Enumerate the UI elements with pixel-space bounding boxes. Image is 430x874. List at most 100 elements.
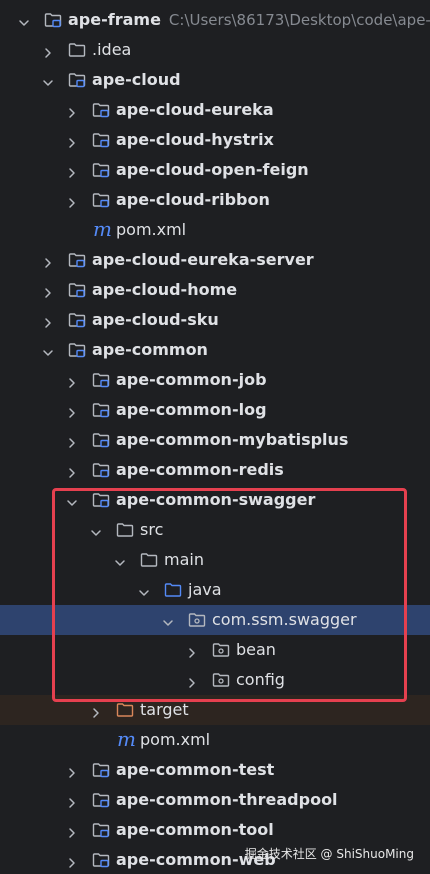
tree-row-ape-common-tool[interactable]: ape-common-tool: [0, 815, 430, 845]
tree-row-ape-cloud-hystrix[interactable]: ape-cloud-hystrix: [0, 125, 430, 155]
folder-icon: [140, 552, 158, 568]
tree-row-label: ape-common-redis: [116, 460, 284, 479]
tree-row-label: target: [140, 700, 189, 719]
tree-row-label: ape-frame C:\Users\86173\Desktop\code\ape…: [68, 9, 430, 31]
chevron-right-icon[interactable]: [90, 704, 102, 718]
module-folder-icon: [68, 252, 86, 268]
tree-row-ape-common-job[interactable]: ape-common-job: [0, 365, 430, 395]
tree-row-pom-xml[interactable]: m pom.xml: [0, 215, 430, 245]
tree-row-label: ape-common-tool: [116, 820, 274, 839]
chevron-right-icon[interactable]: [66, 194, 78, 208]
module-folder-icon: [92, 462, 110, 478]
chevron-right-icon[interactable]: [66, 374, 78, 388]
tree-row-ape-cloud-eureka-server[interactable]: ape-cloud-eureka-server: [0, 245, 430, 275]
chevron-down-icon[interactable]: [114, 554, 126, 566]
watermark-text: 掘金技术社区 @ ShiShuoMing: [244, 847, 414, 861]
tree-row-java[interactable]: java: [0, 575, 430, 605]
tree-row-label: ape-common-job: [116, 370, 267, 389]
tree-row-label: .idea: [92, 40, 132, 59]
chevron-right-icon[interactable]: [66, 764, 78, 778]
folder-icon: [68, 42, 86, 58]
tree-row-label: ape-cloud-eureka-server: [92, 250, 314, 269]
chevron-right-icon[interactable]: [66, 854, 78, 868]
chevron-right-icon[interactable]: [66, 464, 78, 478]
source-root-icon: [164, 582, 182, 598]
tree-row-label: bean: [236, 640, 276, 659]
chevron-right-icon[interactable]: [42, 284, 54, 298]
tree-row-main[interactable]: main: [0, 545, 430, 575]
chevron-right-icon[interactable]: [186, 674, 198, 688]
tree-row-ape-cloud-eureka[interactable]: ape-cloud-eureka: [0, 95, 430, 125]
tree-row-com-ssm-swagger[interactable]: com.ssm.swagger: [0, 605, 430, 635]
chevron-right-icon[interactable]: [66, 134, 78, 148]
tree-row-ape-common-swagger[interactable]: ape-common-swagger: [0, 485, 430, 515]
maven-pom-icon: m: [93, 217, 112, 241]
chevron-right-icon[interactable]: [66, 164, 78, 178]
chevron-right-icon[interactable]: [66, 824, 78, 838]
tree-row-ape-cloud-home[interactable]: ape-cloud-home: [0, 275, 430, 305]
module-folder-icon: [92, 192, 110, 208]
chevron-down-icon[interactable]: [42, 74, 54, 86]
chevron-down-icon[interactable]: [162, 614, 174, 626]
module-folder-icon: [92, 162, 110, 178]
tree-row-label: ape-common: [92, 340, 208, 359]
chevron-down-icon[interactable]: [18, 14, 30, 26]
chevron-right-icon[interactable]: [66, 404, 78, 418]
module-folder-icon: [92, 822, 110, 838]
project-path: C:\Users\86173\Desktop\code\ape-f: [168, 11, 430, 29]
chevron-right-icon[interactable]: [66, 434, 78, 448]
module-folder-icon: [92, 372, 110, 388]
chevron-right-icon[interactable]: [42, 254, 54, 268]
tree-row-ape-common-threadpool[interactable]: ape-common-threadpool: [0, 785, 430, 815]
module-folder-icon: [92, 852, 110, 868]
module-folder-icon: [92, 762, 110, 778]
tree-row-ape-frame[interactable]: ape-frame C:\Users\86173\Desktop\code\ape…: [0, 5, 430, 35]
tree-row-ape-common-redis[interactable]: ape-common-redis: [0, 455, 430, 485]
tree-row-label: config: [236, 670, 285, 689]
chevron-down-icon[interactable]: [90, 524, 102, 536]
tree-row-label: ape-cloud: [92, 70, 181, 89]
project-tree: ape-frame C:\Users\86173\Desktop\code\ape…: [0, 0, 430, 874]
tree-row-target[interactable]: target: [0, 695, 430, 725]
tree-row-bean[interactable]: bean: [0, 635, 430, 665]
tree-row-ape-common-test[interactable]: ape-common-test: [0, 755, 430, 785]
tree-row-ape-cloud-open-feign[interactable]: ape-cloud-open-feign: [0, 155, 430, 185]
tree-row-label: main: [164, 550, 204, 569]
chevron-down-icon[interactable]: [138, 584, 150, 596]
tree-row-ape-cloud[interactable]: ape-cloud: [0, 65, 430, 95]
tree-row-label: ape-common-threadpool: [116, 790, 338, 809]
chevron-right-icon[interactable]: [42, 44, 54, 58]
tree-row-ape-common[interactable]: ape-common: [0, 335, 430, 365]
tree-row-label: pom.xml: [140, 730, 211, 749]
folder-icon: [116, 522, 134, 538]
package-icon: [212, 642, 230, 658]
chevron-right-icon[interactable]: [66, 104, 78, 118]
tree-row-label: pom.xml: [116, 220, 187, 239]
module-folder-icon: [68, 342, 86, 358]
chevron-right-icon[interactable]: [66, 794, 78, 808]
chevron-right-icon[interactable]: [42, 314, 54, 328]
tree-row-config[interactable]: config: [0, 665, 430, 695]
tree-row-pom-xml[interactable]: m pom.xml: [0, 725, 430, 755]
chevron-down-icon[interactable]: [66, 494, 78, 506]
tree-row-label: ape-common-swagger: [116, 490, 316, 509]
tree-row-ape-common-mybatisplus[interactable]: ape-common-mybatisplus: [0, 425, 430, 455]
module-folder-icon: [92, 432, 110, 448]
tree-row-label: ape-common-test: [116, 760, 275, 779]
tree-row--idea[interactable]: .idea: [0, 35, 430, 65]
chevron-down-icon[interactable]: [42, 344, 54, 356]
excluded-folder-icon: [116, 702, 134, 718]
package-icon: [212, 672, 230, 688]
module-folder-icon: [92, 132, 110, 148]
tree-row-label: ape-cloud-sku: [92, 310, 219, 329]
module-folder-icon: [68, 312, 86, 328]
tree-row-label: ape-common-mybatisplus: [116, 430, 349, 449]
tree-row-ape-common-log[interactable]: ape-common-log: [0, 395, 430, 425]
tree-row-ape-cloud-ribbon[interactable]: ape-cloud-ribbon: [0, 185, 430, 215]
tree-row-label: ape-cloud-hystrix: [116, 130, 274, 149]
tree-row-label: ape-cloud-ribbon: [116, 190, 270, 209]
tree-row-src[interactable]: src: [0, 515, 430, 545]
tree-row-label: ape-common-log: [116, 400, 267, 419]
tree-row-ape-cloud-sku[interactable]: ape-cloud-sku: [0, 305, 430, 335]
chevron-right-icon[interactable]: [186, 644, 198, 658]
